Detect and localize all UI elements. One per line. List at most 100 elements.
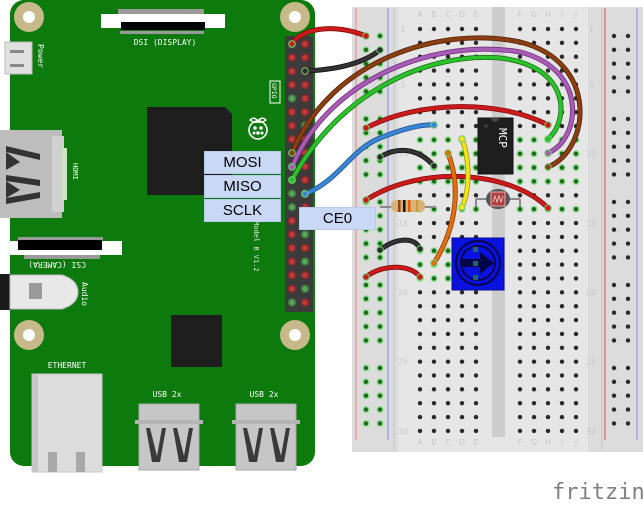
rail-hole[interactable]: [377, 213, 383, 219]
breadboard-hole[interactable]: [573, 68, 579, 73]
breadboard-hole[interactable]: [559, 373, 565, 378]
breadboard-hole[interactable]: [417, 290, 423, 295]
rail-hole[interactable]: [611, 227, 617, 232]
breadboard-hole[interactable]: [545, 193, 551, 198]
breadboard-hole[interactable]: [459, 165, 465, 170]
rail-hole[interactable]: [363, 296, 369, 302]
breadboard-hole[interactable]: [431, 414, 437, 420]
breadboard-hole[interactable]: [559, 248, 565, 253]
breadboard-hole[interactable]: [459, 359, 465, 364]
breadboard-hole[interactable]: [431, 401, 437, 406]
wire-end[interactable]: [416, 273, 424, 281]
breadboard-hole[interactable]: [473, 345, 479, 350]
breadboard-hole[interactable]: [559, 234, 565, 240]
rail-hole[interactable]: [625, 255, 631, 260]
breadboard-hole[interactable]: [459, 331, 465, 337]
breadboard-hole[interactable]: [445, 317, 451, 323]
breadboard-hole[interactable]: [573, 317, 579, 323]
rail-hole[interactable]: [377, 255, 383, 260]
breadboard-hole[interactable]: [573, 359, 579, 364]
breadboard-hole[interactable]: [531, 109, 537, 115]
breadboard-hole[interactable]: [559, 387, 565, 392]
breadboard-hole[interactable]: [445, 345, 451, 350]
wire-end[interactable]: [301, 67, 309, 75]
breadboard-hole[interactable]: [417, 414, 423, 420]
breadboard-hole[interactable]: [531, 82, 537, 87]
breadboard-hole[interactable]: [445, 248, 451, 253]
breadboard-hole[interactable]: [431, 428, 437, 434]
rail-hole[interactable]: [363, 324, 369, 329]
breadboard-hole[interactable]: [517, 82, 523, 87]
breadboard-hole[interactable]: [445, 428, 451, 434]
rail-hole[interactable]: [377, 241, 383, 246]
rail-hole[interactable]: [377, 172, 383, 177]
wire-end[interactable]: [416, 245, 424, 253]
breadboard-hole[interactable]: [473, 304, 479, 309]
breadboard-hole[interactable]: [545, 276, 551, 281]
breadboard-hole[interactable]: [459, 414, 465, 420]
breadboard-hole[interactable]: [531, 428, 537, 434]
breadboard-hole[interactable]: [445, 26, 451, 32]
breadboard-hole[interactable]: [517, 206, 523, 212]
rail-hole[interactable]: [611, 33, 617, 39]
wire-end[interactable]: [458, 203, 466, 211]
breadboard-hole[interactable]: [445, 179, 451, 184]
breadboard-hole[interactable]: [559, 193, 565, 198]
rail-hole[interactable]: [625, 158, 631, 163]
breadboard-hole[interactable]: [445, 123, 451, 129]
wire-end[interactable]: [288, 176, 296, 184]
breadboard-hole[interactable]: [473, 317, 479, 323]
breadboard-hole[interactable]: [431, 68, 437, 73]
breadboard-hole[interactable]: [445, 359, 451, 364]
breadboard-hole[interactable]: [559, 179, 565, 184]
breadboard-hole[interactable]: [417, 220, 423, 226]
breadboard-hole[interactable]: [445, 206, 451, 212]
wire-end[interactable]: [288, 149, 296, 157]
rail-hole[interactable]: [625, 33, 631, 39]
rail-hole[interactable]: [611, 365, 617, 371]
breadboard-hole[interactable]: [559, 40, 565, 46]
breadboard-hole[interactable]: [473, 414, 479, 420]
breadboard-hole[interactable]: [473, 387, 479, 392]
breadboard-hole[interactable]: [431, 317, 437, 323]
rail-hole[interactable]: [611, 89, 617, 94]
breadboard-hole[interactable]: [431, 359, 437, 364]
rail-hole[interactable]: [611, 393, 617, 398]
breadboard-hole[interactable]: [431, 220, 437, 226]
rail-hole[interactable]: [363, 379, 369, 385]
breadboard-hole[interactable]: [473, 96, 479, 101]
breadboard-hole[interactable]: [531, 179, 537, 184]
rail-hole[interactable]: [625, 199, 631, 205]
breadboard-hole[interactable]: [445, 262, 451, 267]
breadboard-hole[interactable]: [545, 428, 551, 434]
rail-hole[interactable]: [611, 47, 617, 53]
rail-hole[interactable]: [611, 144, 617, 149]
breadboard-hole[interactable]: [573, 304, 579, 309]
breadboard-hole[interactable]: [545, 248, 551, 253]
rail-hole[interactable]: [625, 75, 631, 80]
breadboard-hole[interactable]: [459, 68, 465, 73]
breadboard-hole[interactable]: [459, 428, 465, 434]
rail-hole[interactable]: [611, 213, 617, 219]
breadboard-hole[interactable]: [559, 331, 565, 337]
breadboard-hole[interactable]: [459, 290, 465, 295]
rail-hole[interactable]: [611, 116, 617, 122]
breadboard-hole[interactable]: [531, 151, 537, 156]
rail-hole[interactable]: [611, 421, 617, 426]
breadboard-hole[interactable]: [417, 96, 423, 101]
breadboard-hole[interactable]: [473, 428, 479, 434]
breadboard-hole[interactable]: [531, 401, 537, 406]
breadboard-hole[interactable]: [445, 387, 451, 392]
breadboard-hole[interactable]: [573, 387, 579, 392]
breadboard-hole[interactable]: [545, 40, 551, 46]
breadboard-hole[interactable]: [517, 414, 523, 420]
breadboard-hole[interactable]: [545, 387, 551, 392]
breadboard-hole[interactable]: [417, 137, 423, 143]
breadboard-hole[interactable]: [559, 304, 565, 309]
breadboard-hole[interactable]: [459, 345, 465, 350]
breadboard-hole[interactable]: [459, 26, 465, 32]
rail-hole[interactable]: [625, 421, 631, 426]
breadboard-hole[interactable]: [531, 331, 537, 337]
breadboard-hole[interactable]: [417, 317, 423, 323]
breadboard-hole[interactable]: [531, 414, 537, 420]
